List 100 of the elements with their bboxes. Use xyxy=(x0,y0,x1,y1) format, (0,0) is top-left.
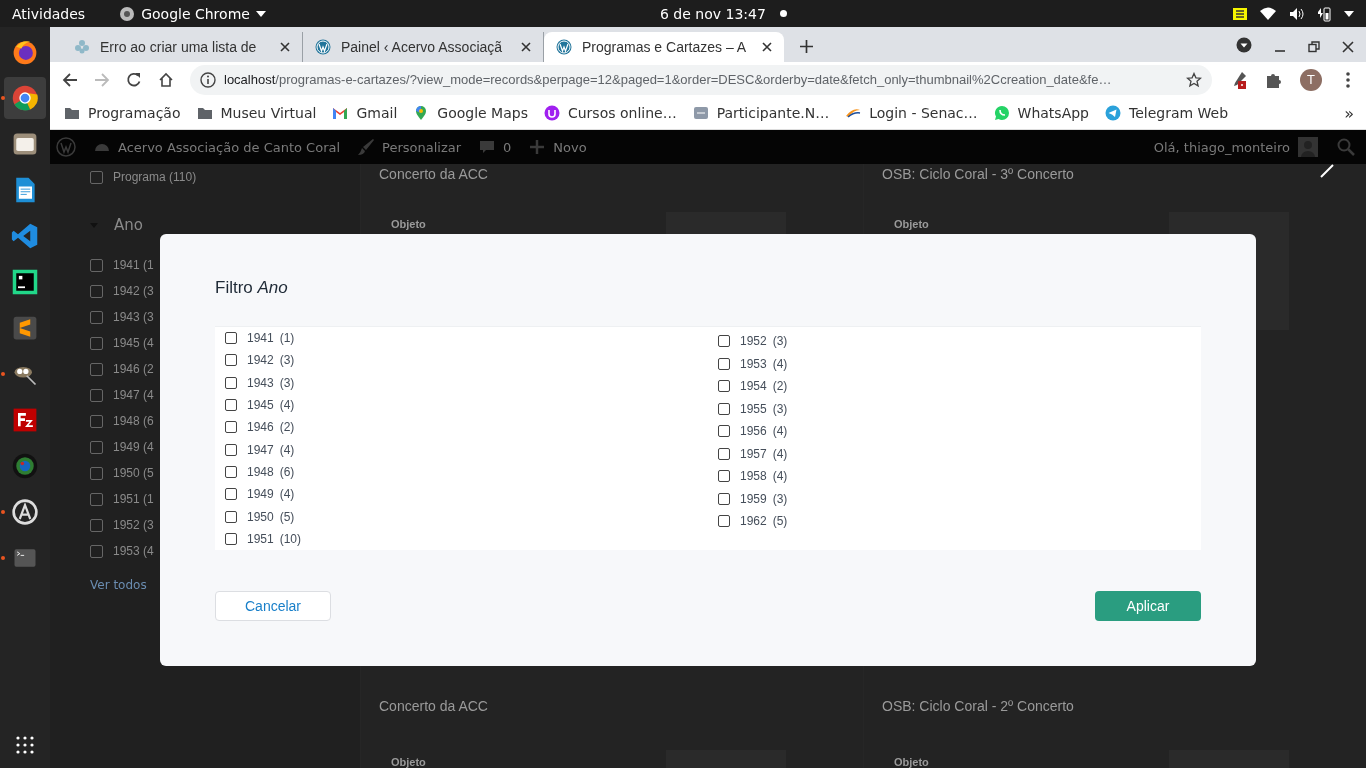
url-text: localhost/programas-e-cartazes/?view_mode=records&perpage=12&paged=1&order=DESC&orderby=date&fetch_only=thumbnail%2Ccreation_date&fe… xyxy=(224,72,1113,87)
filter-option-label: 1953 (4 xyxy=(113,544,154,558)
checkbox[interactable] xyxy=(225,332,237,345)
filter-option-label: 1952 (3 xyxy=(113,518,154,532)
bookmark[interactable]: Programação xyxy=(64,105,181,121)
checkbox[interactable] xyxy=(718,447,730,460)
checkbox[interactable] xyxy=(90,310,103,324)
checkbox[interactable] xyxy=(718,425,730,438)
checkbox[interactable] xyxy=(225,443,237,456)
checkbox[interactable] xyxy=(90,466,103,480)
bookmark[interactable]: Google Maps xyxy=(413,105,528,121)
bookmark[interactable]: Museu Virtual xyxy=(196,105,317,121)
checkbox[interactable] xyxy=(225,399,237,412)
option-label: 1959 xyxy=(740,491,767,506)
checkbox[interactable] xyxy=(90,518,103,532)
browser-tab[interactable]: Programas e Cartazes – A xyxy=(544,32,784,62)
star-icon[interactable] xyxy=(1186,71,1202,88)
item-title[interactable]: OSB: Ciclo Coral - 2º Concerto xyxy=(882,698,1366,714)
option-count: (4) xyxy=(772,356,788,371)
checkbox[interactable] xyxy=(225,488,237,501)
checkbox[interactable] xyxy=(225,510,237,523)
bookmark[interactable]: Telegram Web xyxy=(1105,105,1229,121)
checkbox[interactable] xyxy=(90,284,103,298)
ide-icon[interactable] xyxy=(11,268,39,296)
new-tab-icon[interactable] xyxy=(800,40,813,53)
browser-icon[interactable] xyxy=(11,38,39,66)
checkbox[interactable] xyxy=(718,402,730,415)
checkbox[interactable] xyxy=(90,362,103,376)
close-icon[interactable] xyxy=(762,42,772,52)
envelope-icon xyxy=(332,105,349,121)
checkbox[interactable] xyxy=(718,515,730,528)
filter-option-label: 1951 (1 xyxy=(113,492,154,506)
bookmark[interactable]: Login - Senac… xyxy=(845,105,978,121)
option-count: (2) xyxy=(279,420,295,435)
bookmark[interactable]: Gmail xyxy=(332,105,398,121)
item-title[interactable]: Concerto da ACC xyxy=(379,698,863,714)
wifi-icon[interactable] xyxy=(1260,5,1276,22)
running-indicator-icon xyxy=(1,510,5,514)
browser-icon[interactable] xyxy=(11,84,39,112)
camera-icon[interactable] xyxy=(11,452,39,480)
app-menu[interactable]: Google Chrome xyxy=(141,5,250,22)
home-icon[interactable] xyxy=(158,71,174,88)
checkbox[interactable] xyxy=(718,380,730,393)
checkbox[interactable] xyxy=(90,336,103,350)
bookmark[interactable]: Participante.N… xyxy=(692,105,830,121)
checkbox[interactable] xyxy=(90,544,103,558)
checkbox[interactable] xyxy=(225,376,237,389)
checkbox[interactable] xyxy=(90,440,103,454)
tab-search-icon[interactable] xyxy=(1236,37,1252,53)
checkbox[interactable] xyxy=(90,414,103,428)
battery-icon[interactable] xyxy=(1316,5,1332,22)
reload-icon[interactable] xyxy=(126,71,142,88)
checkbox[interactable] xyxy=(225,421,237,434)
cancel-button[interactable]: Cancelar xyxy=(215,591,331,621)
checkbox[interactable] xyxy=(90,170,103,184)
ftp-icon[interactable] xyxy=(11,406,39,434)
code-editor-icon[interactable] xyxy=(11,222,39,250)
app-grid-icon[interactable] xyxy=(16,736,34,754)
more-bookmarks-button[interactable]: » xyxy=(1344,103,1354,123)
app-store-icon[interactable] xyxy=(11,498,39,526)
account-menu[interactable]: Olá, thiago_monteiro xyxy=(1153,137,1318,157)
new-content-link[interactable]: Novo xyxy=(529,139,587,155)
field-label: Objeto xyxy=(894,756,929,768)
text-editor-icon[interactable] xyxy=(11,314,39,342)
item-title[interactable]: OSB: Ciclo Coral - 3º Concerto xyxy=(882,166,1366,182)
close-icon[interactable] xyxy=(521,42,531,52)
wordpress-logo-icon xyxy=(315,39,331,55)
activities-button[interactable]: Atividades xyxy=(12,5,86,22)
avatar-icon xyxy=(1298,137,1318,157)
checkbox[interactable] xyxy=(90,388,103,402)
checkbox[interactable] xyxy=(718,357,730,370)
option-count: (3) xyxy=(772,334,788,349)
site-menu[interactable]: Acervo Associação de Canto Coral xyxy=(94,139,341,155)
notes-icon[interactable] xyxy=(1232,5,1248,22)
close-icon[interactable] xyxy=(1342,41,1354,53)
option-count: (4) xyxy=(772,469,788,484)
comments-link[interactable]: 0 xyxy=(479,139,512,155)
option-label: 1943 xyxy=(247,375,274,390)
customize-link[interactable]: Personalizar xyxy=(358,139,462,155)
dialog-title: Filtro Ano xyxy=(215,278,288,298)
checkbox[interactable] xyxy=(225,532,237,545)
bookmark[interactable]: Cursos online… xyxy=(543,105,677,121)
profile-avatar[interactable]: T xyxy=(1300,68,1322,91)
checkbox[interactable] xyxy=(90,258,103,272)
clock[interactable]: 6 de nov 13:47 xyxy=(660,5,766,22)
checkbox[interactable] xyxy=(718,335,730,348)
back-icon[interactable] xyxy=(62,71,78,88)
close-icon[interactable] xyxy=(280,42,290,52)
option-label: 1958 xyxy=(740,469,767,484)
see-all-link[interactable]: Ver todos xyxy=(90,578,147,592)
address-bar[interactable]: localhost/programas-e-cartazes/?view_mode=records&perpage=12&paged=1&order=DESC&orderby=date&fetch_only=thumbnail%2Ccreation_date&fe… xyxy=(190,64,1212,95)
caret-icon[interactable] xyxy=(1344,10,1354,17)
checkbox[interactable] xyxy=(225,465,237,478)
checkbox[interactable] xyxy=(90,492,103,506)
item-title[interactable]: Concerto da ACC xyxy=(379,166,863,182)
checkbox[interactable] xyxy=(718,492,730,505)
bookmark[interactable]: WhatsApp xyxy=(993,105,1089,121)
checkbox[interactable] xyxy=(718,470,730,483)
restore-icon[interactable] xyxy=(1308,41,1320,53)
checkbox[interactable] xyxy=(225,354,237,367)
